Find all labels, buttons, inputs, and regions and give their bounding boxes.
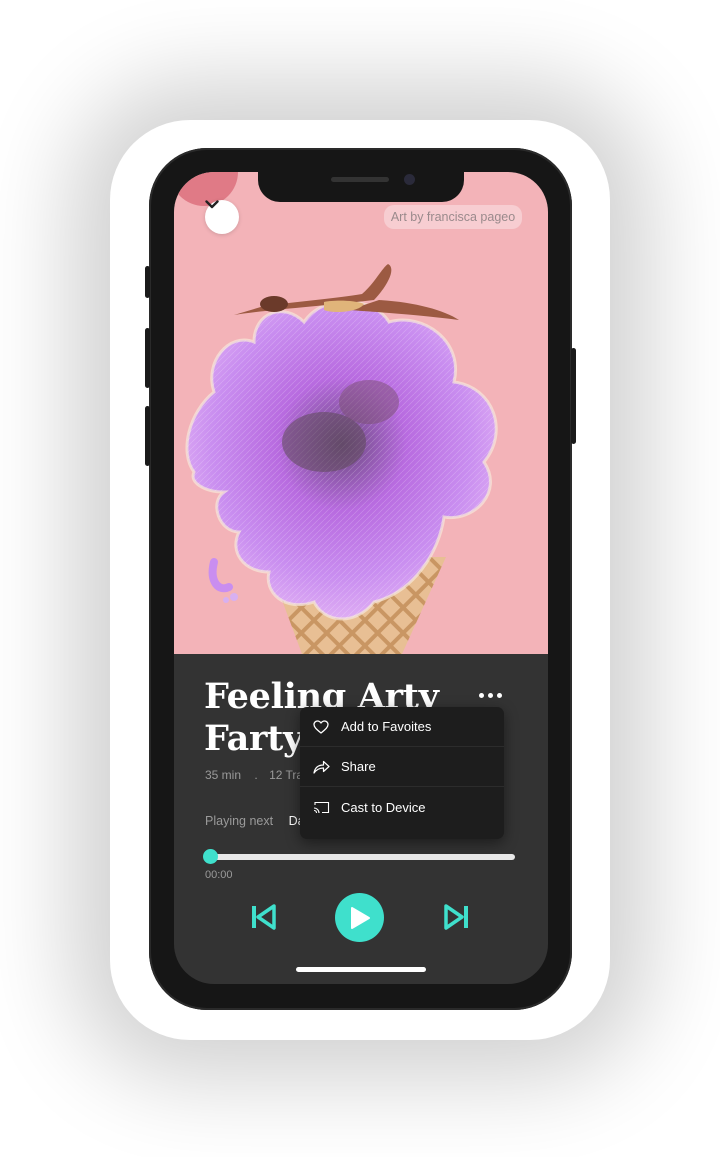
options-menu: Add to Favoites Share Cast to Device bbox=[300, 707, 504, 839]
up-next-label: Playing next bbox=[205, 814, 274, 828]
chevron-down-icon bbox=[205, 200, 219, 209]
skip-next-icon bbox=[444, 904, 468, 930]
elapsed-time: 00:00 bbox=[205, 869, 233, 881]
play-button[interactable] bbox=[335, 893, 384, 942]
app-screen: Art by francisca pageo Feeling Arty Fart… bbox=[174, 172, 548, 984]
mute-switch bbox=[145, 266, 150, 298]
meta-separator: . bbox=[254, 768, 258, 782]
power-button bbox=[571, 348, 576, 444]
album-title-line-2: Farty bbox=[204, 718, 304, 759]
menu-item-cast-to-device[interactable]: Cast to Device bbox=[300, 787, 504, 827]
volume-down-button bbox=[145, 406, 150, 466]
more-options-button[interactable] bbox=[472, 684, 508, 706]
menu-item-label: Add to Favoites bbox=[341, 719, 432, 734]
more-horizontal-icon bbox=[478, 692, 484, 698]
progress-handle[interactable] bbox=[203, 849, 218, 864]
album-meta: 35 min . 12 Trac bbox=[205, 768, 309, 782]
album-art: Art by francisca pageo bbox=[174, 172, 548, 654]
next-track-button[interactable] bbox=[440, 900, 474, 934]
collapse-player-button[interactable] bbox=[205, 200, 239, 234]
front-camera bbox=[404, 174, 415, 185]
skip-previous-icon bbox=[252, 904, 276, 930]
volume-up-button bbox=[145, 328, 150, 388]
device-notch bbox=[258, 172, 464, 202]
heart-icon bbox=[312, 718, 330, 736]
earpiece-speaker bbox=[331, 177, 389, 182]
share-icon bbox=[312, 758, 330, 776]
cast-icon bbox=[312, 798, 330, 816]
menu-item-label: Cast to Device bbox=[341, 799, 426, 815]
home-indicator[interactable] bbox=[296, 967, 426, 972]
up-next: Playing next Da bbox=[205, 814, 305, 828]
art-credit-badge[interactable]: Art by francisca pageo bbox=[384, 205, 522, 229]
menu-item-add-to-favorites[interactable]: Add to Favoites bbox=[300, 707, 504, 747]
play-icon bbox=[350, 906, 370, 929]
menu-item-share[interactable]: Share bbox=[300, 747, 504, 787]
menu-item-label: Share bbox=[341, 759, 376, 774]
progress-track[interactable] bbox=[211, 854, 515, 860]
album-duration: 35 min bbox=[205, 768, 242, 782]
previous-track-button[interactable] bbox=[246, 900, 280, 934]
album-art-illustration bbox=[174, 172, 498, 654]
